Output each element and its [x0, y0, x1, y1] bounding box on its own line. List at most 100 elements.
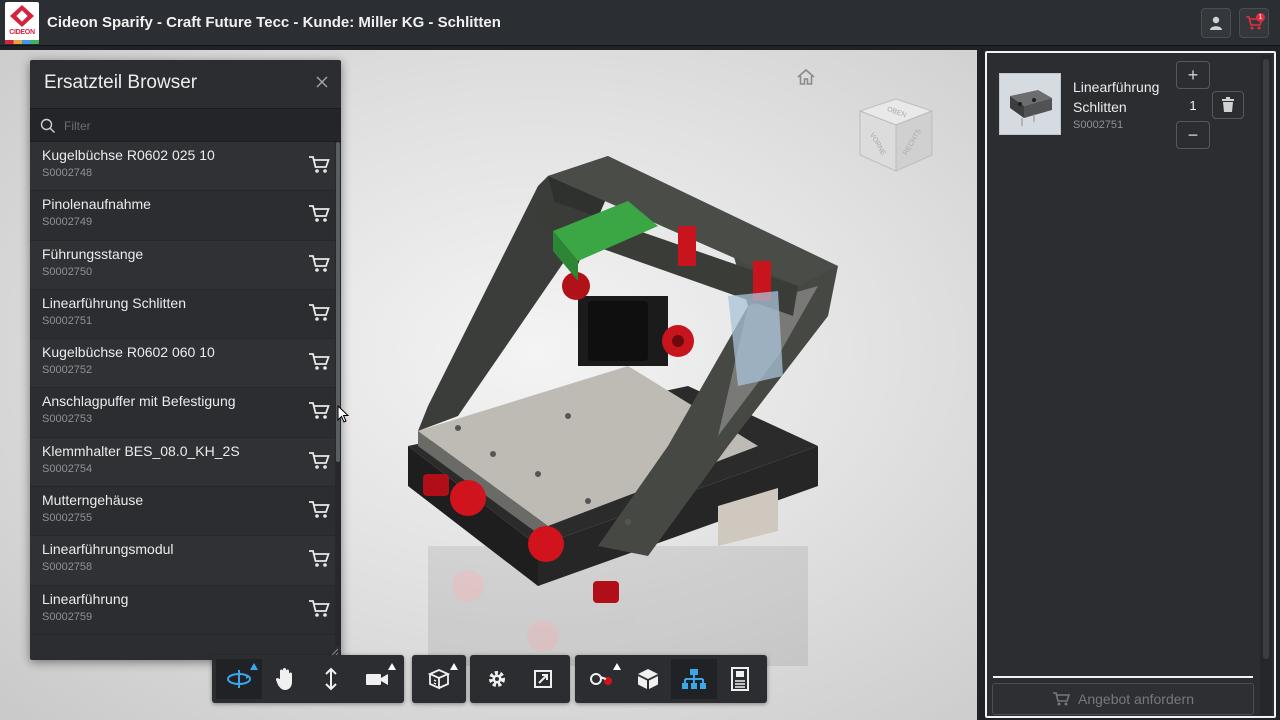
item-name: Linearführungsmodul [42, 541, 174, 558]
cart-item-thumbnail[interactable] [999, 73, 1061, 135]
cad-model[interactable] [398, 116, 848, 676]
settings-button[interactable] [474, 659, 520, 699]
item-name: Kugelbüchse R0602 025 10 [42, 147, 215, 163]
decrease-quantity-button[interactable]: − [1176, 121, 1210, 149]
item-name: Klemmhalter BES_08.0_KH_2S [42, 442, 240, 459]
part-thumbnail-icon [1010, 90, 1052, 126]
logo-text: CIDEON [9, 29, 35, 36]
navigation-toolgroup [212, 655, 404, 703]
measure-button[interactable] [579, 659, 625, 699]
pan-button[interactable] [262, 659, 308, 699]
submenu-indicator-icon [250, 663, 258, 670]
request-quote-button[interactable]: Angebot anfordern [992, 683, 1254, 715]
submenu-indicator-icon [450, 663, 458, 670]
add-to-cart-icon[interactable] [308, 303, 330, 323]
cart-icon [1053, 692, 1070, 706]
cart-item-name: Linearführung Schlitten [1073, 79, 1160, 115]
list-scrollbar[interactable] [335, 142, 341, 646]
logo-mark-icon [10, 5, 34, 27]
add-to-cart-icon[interactable] [308, 204, 330, 224]
item-name: Mutterngehäuse [42, 492, 144, 509]
list-item[interactable]: Linearführung Schlitten S0002751 [30, 289, 335, 340]
item-id: S0002751 [42, 314, 93, 327]
add-to-cart-icon[interactable] [308, 352, 330, 372]
item-id: S0002759 [42, 610, 93, 623]
remove-item-button[interactable] [1212, 91, 1244, 119]
settings-icon [489, 671, 505, 687]
add-to-cart-icon[interactable] [308, 401, 330, 421]
list-item[interactable]: Kugelbüchse R0602 025 10 S0002748 [30, 142, 335, 192]
filter-box [30, 108, 341, 142]
cart-scrollbar[interactable] [1260, 55, 1272, 715]
item-name: Linearführung [42, 590, 129, 607]
list-item[interactable]: Anschlagpuffer mit Befestigung S0002753 [30, 388, 335, 438]
add-to-cart-icon[interactable] [308, 451, 330, 471]
add-to-cart-icon[interactable] [308, 599, 330, 619]
model-button[interactable] [625, 659, 671, 699]
list-item[interactable]: Linearführung S0002759 [30, 585, 335, 635]
item-name: Kugelbüchse R0602 060 10 [42, 344, 215, 361]
explode-toolgroup [412, 655, 466, 703]
item-name: Führungsstange [42, 245, 144, 262]
list-item[interactable]: Kugelbüchse R0602 060 10 S0002752 [30, 339, 335, 389]
app-title: Cideon Sparify - Craft Future Tecc - Kun… [47, 14, 501, 31]
fullscreen-icon [534, 670, 552, 688]
increase-quantity-button[interactable]: + [1176, 61, 1210, 89]
structure-button[interactable] [671, 659, 717, 699]
add-to-cart-icon[interactable] [308, 549, 330, 569]
orbit-button[interactable] [216, 659, 262, 699]
item-id: S0002752 [42, 364, 93, 377]
item-name: Anschlagpuffer mit Befestigung [42, 393, 236, 410]
model-toolgroup [575, 655, 767, 703]
filter-input[interactable] [64, 115, 324, 137]
add-to-cart-icon[interactable] [308, 155, 330, 175]
item-name: Pinolenaufnahme [42, 196, 151, 213]
properties-icon [731, 667, 749, 691]
item-name: Linearführung Schlitten [42, 294, 186, 311]
measure-icon [590, 673, 612, 685]
camera-icon [366, 674, 388, 685]
list-item[interactable]: Pinolenaufnahme S0002749 [30, 191, 335, 241]
request-quote-label: Angebot anfordern [1078, 691, 1194, 707]
list-item[interactable]: Linearführungsmodul S0002758 [30, 536, 335, 586]
viewcube[interactable]: OBEN VORNE RECHTS [856, 95, 936, 175]
cart-scroll-thumb[interactable] [1263, 59, 1269, 659]
cart-item-id: S0002751 [1073, 119, 1124, 131]
view-settings-toolgroup [470, 655, 570, 703]
add-to-cart-icon[interactable] [308, 500, 330, 520]
trash-icon [1222, 97, 1234, 112]
zoom-icon [325, 667, 337, 691]
properties-button[interactable] [717, 659, 763, 699]
orbit-icon [227, 670, 251, 688]
list-item[interactable]: Mutterngehäuse S0002755 [30, 487, 335, 537]
list-item[interactable]: Klemmhalter BES_08.0_KH_2S S0002754 [30, 437, 335, 488]
cideon-logo[interactable]: CIDEON [5, 2, 39, 44]
cart-panel: Linearführung Schlitten S0002751 + 1 − A… [985, 51, 1276, 718]
user-button[interactable] [1201, 8, 1231, 38]
model-icon [638, 669, 658, 689]
camera-button[interactable] [354, 659, 400, 699]
item-id: S0002748 [42, 167, 93, 179]
fullscreen-button[interactable] [520, 659, 566, 699]
explode-button[interactable] [416, 659, 462, 699]
home-icon[interactable] [796, 68, 816, 86]
submenu-indicator-icon [388, 663, 396, 670]
cart-button[interactable]: 1 [1239, 8, 1269, 38]
parts-browser-panel: Ersatzteil Browser Kugelbüchse R0602 025… [30, 60, 341, 660]
item-id: S0002749 [42, 216, 93, 229]
item-id: S0002755 [42, 512, 93, 525]
submenu-indicator-icon [613, 663, 621, 670]
structure-icon [682, 669, 706, 689]
user-icon [1210, 16, 1222, 30]
item-id: S0002753 [42, 413, 93, 426]
quantity-value[interactable]: 1 [1176, 93, 1210, 119]
add-to-cart-icon[interactable] [308, 254, 330, 274]
item-id: S0002758 [42, 561, 93, 574]
mouse-cursor-icon [337, 405, 349, 423]
list-item[interactable]: Führungsstange S0002750 [30, 240, 335, 290]
cart-count-badge: 1 [1256, 13, 1265, 22]
parts-list: Kugelbüchse R0602 025 10 S0002748 Pinole… [30, 142, 335, 646]
item-id: S0002750 [42, 265, 93, 278]
close-icon[interactable] [314, 74, 330, 90]
zoom-button[interactable] [308, 659, 354, 699]
